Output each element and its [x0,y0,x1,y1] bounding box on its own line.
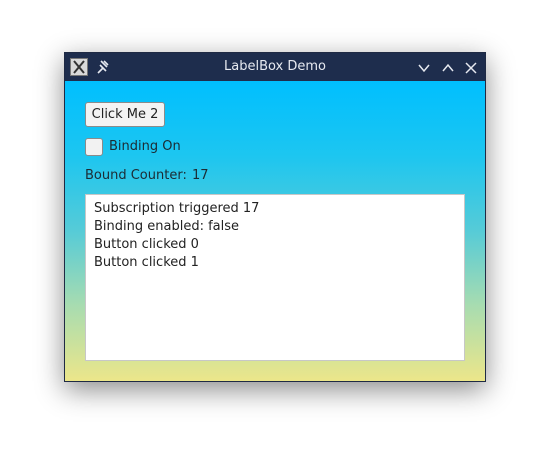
minimize-icon[interactable] [417,60,431,74]
app-window: LabelBox Demo Click Me 2 Binding On Boun… [64,52,486,382]
title-bar[interactable]: LabelBox Demo [65,53,485,81]
log-line: Subscription triggered 17 [94,201,260,216]
log-line: Button clicked 1 [94,255,199,270]
log-textarea[interactable]: Subscription triggered 17 Binding enable… [85,194,465,361]
log-line: Button clicked 0 [94,237,199,252]
window-content: Click Me 2 Binding On Bound Counter: 17 … [65,81,485,381]
binding-checkbox-label[interactable]: Binding On [109,139,181,154]
log-line: Binding enabled: false [94,219,240,234]
click-me-button[interactable]: Click Me 2 [85,102,165,127]
maximize-icon[interactable] [441,60,455,74]
bound-counter-value: 17 [192,168,209,183]
binding-checkbox[interactable] [85,138,103,156]
close-icon[interactable] [464,60,478,74]
bound-counter-label: Bound Counter: [85,168,187,183]
